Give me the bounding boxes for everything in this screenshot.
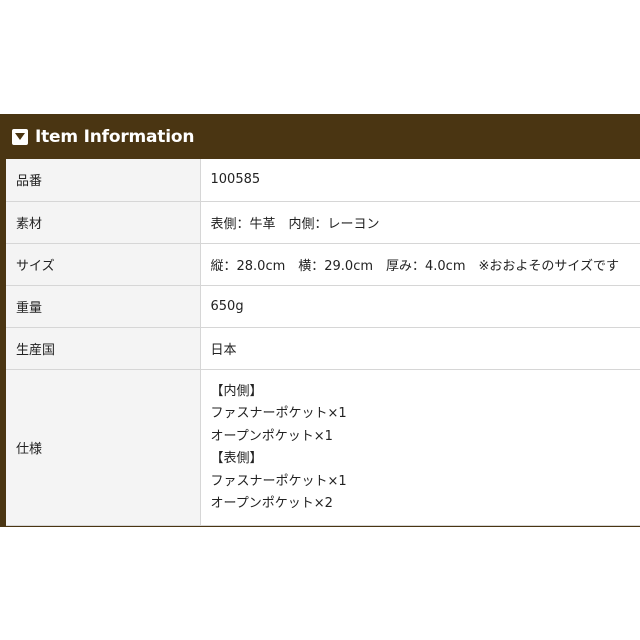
row-value: 100585 <box>200 159 640 202</box>
row-value: 表側：牛革 内側：レーヨン <box>200 201 640 244</box>
table-row-weight: 重量 650g <box>6 285 640 328</box>
panel-header[interactable]: Item Information <box>0 114 640 159</box>
row-label: 品番 <box>6 159 201 202</box>
spec-line: 【内側】 <box>210 383 263 399</box>
spec-line: オープンポケット×1 <box>210 428 333 444</box>
row-value: 日本 <box>200 327 640 370</box>
row-value: 650g <box>200 285 640 328</box>
row-value: 縦：28.0cm 横：29.0cm 厚み：4.0cm ※おおよそのサイズです <box>200 243 640 286</box>
spec-line: 【表側】 <box>210 451 263 466</box>
spec-line: オープンポケット×2 <box>210 496 333 511</box>
table-row-size: サイズ 縦：28.0cm 横：29.0cm 厚み：4.0cm ※おおよそのサイズ… <box>6 243 640 286</box>
row-label: 素材 <box>6 201 201 244</box>
item-spec-table: 品番 100585 素材 表側：牛革 内側：レーヨン サイズ 縦：28.0cm … <box>6 159 640 526</box>
panel-title: Item Information <box>35 126 195 147</box>
table-row-specification: 仕様 【内側】 ファスナーポケット×1 オープンポケット×1 【表側】 ファスナ… <box>6 369 640 526</box>
row-label: 重量 <box>6 285 201 328</box>
table-row-country: 生産国 日本 <box>6 327 640 370</box>
spec-line: ファスナーポケット×1 <box>210 406 347 421</box>
spec-line: ファスナーポケット×1 <box>210 473 347 489</box>
table-row-material: 素材 表側：牛革 内側：レーヨン <box>6 201 640 244</box>
row-label: サイズ <box>6 243 201 286</box>
chevron-down-icon[interactable] <box>12 128 28 145</box>
row-label: 生産国 <box>6 327 201 370</box>
table-row-product-number: 品番 100585 <box>6 159 640 202</box>
row-label: 仕様 <box>6 369 201 526</box>
item-information-panel: Item Information 品番 100585 素材 表側：牛革 内側：レ… <box>0 114 640 527</box>
row-value-multiline: 【内側】 ファスナーポケット×1 オープンポケット×1 【表側】 ファスナーポケ… <box>200 369 640 526</box>
